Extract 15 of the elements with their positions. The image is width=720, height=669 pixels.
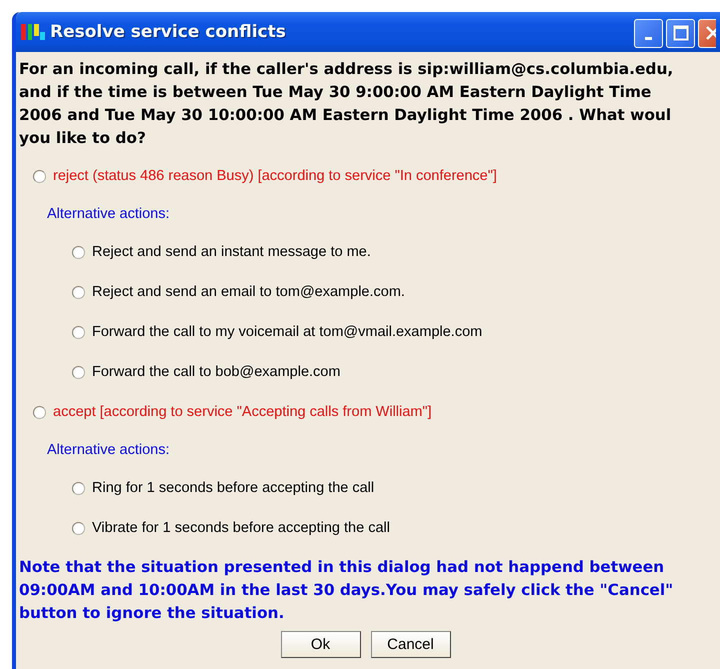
option-label[interactable]: Forward the call to bob@example.com [92,364,340,380]
option-label[interactable]: Reject and send an email to tom@example.com. [92,284,405,300]
window-title: Resolve service conflicts [50,22,287,42]
alternatives-label: Alternative actions: [47,206,170,222]
ok-button[interactable]: Ok [280,631,360,658]
question-text: For an incoming call, if the caller's address is sip:william@cs.columbia.edu, and if the time is between Tue May 30 9:00:00 AM Eastern Daylight Time 2006 and Tue May 30 10:00:00 AM Eastern Daylight Time 2006 . What woul you like to do? [19,59,674,149]
option-label[interactable]: Ring for 1 seconds before accepting the call [92,480,374,496]
option-label[interactable]: accept [according to service "Accepting calls from William"] [53,404,432,420]
option-label[interactable]: Vibrate for 1 seconds before accepting the call [92,520,390,536]
note-text: Note that the situation presented in this dialog had not happend between 09:00AM and 10:00AM in the last 30 days.You may safely click the "Cancel" button to ignore the situation. [19,557,674,624]
option-label[interactable]: reject (status 486 reason Busy) [according to service "In conference"] [53,168,497,184]
option-label[interactable]: Reject and send an instant message to me. [92,244,371,260]
option-label[interactable]: Forward the call to my voicemail at tom@vmail.example.com [92,324,482,340]
alternatives-label: Alternative actions: [47,442,170,458]
cancel-button[interactable]: Cancel [370,631,450,658]
